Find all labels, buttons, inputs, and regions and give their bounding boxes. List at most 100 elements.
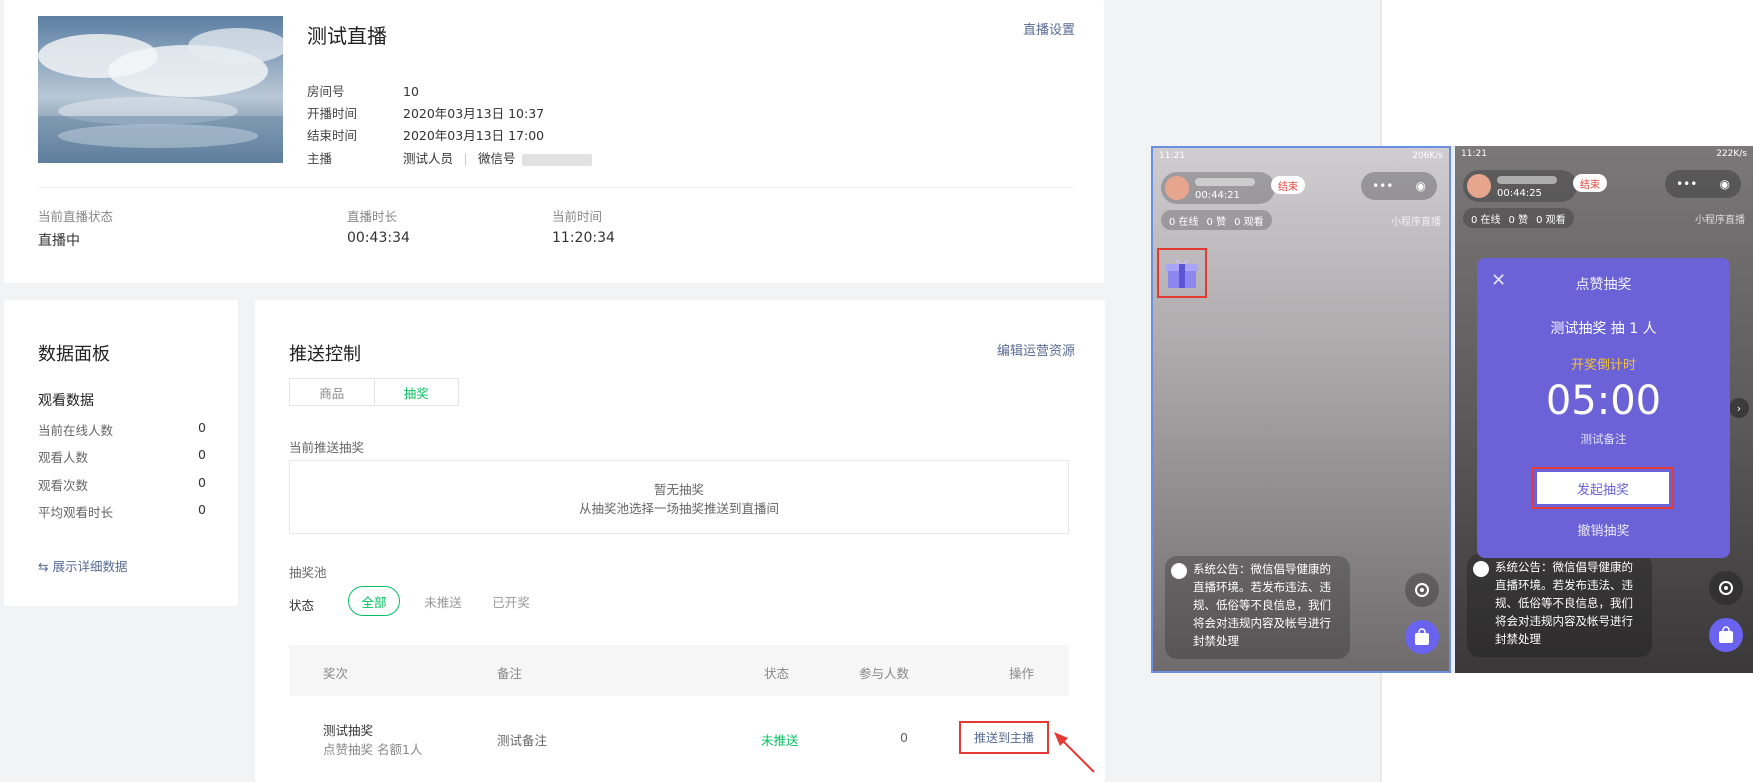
data-panel-title: 数据面板 <box>38 344 110 365</box>
notice-text: 系统公告：微信倡导健康的直播环境。若发布违法、违规、低俗等不良信息，我们将会对违… <box>1495 560 1633 646</box>
view-data-title: 观看数据 <box>38 393 94 409</box>
system-notice: 系统公告：微信倡导健康的直播环境。若发布违法、违规、低俗等不良信息，我们将会对违… <box>1165 556 1350 659</box>
avatar <box>1165 176 1189 200</box>
more-icon[interactable]: ••• <box>1676 177 1697 191</box>
col-participants: 参与人数 <box>859 666 910 681</box>
filter-all-chip[interactable]: 全部 <box>348 586 400 616</box>
live-counts: 0 在线 0 赞 0 观看 <box>1463 208 1574 228</box>
data-row-label: 当前在线人数 <box>38 423 114 438</box>
end-time-value: 2020年03月13日 17:00 <box>403 128 545 143</box>
countdown-label: 开奖倒计时 <box>1570 358 1636 373</box>
room-row: 房间号 10 <box>307 81 419 100</box>
lottery-status: 未推送 <box>761 733 799 748</box>
separator <box>465 153 467 166</box>
room-label: 房间号 <box>307 84 345 99</box>
col-action: 操作 <box>1009 666 1035 681</box>
data-row-value: 0 <box>198 475 206 490</box>
filter-unpushed-chip[interactable]: 未推送 <box>413 586 473 616</box>
push-control-card: 推送控制 编辑运营资源 商品 抽奖 当前推送抽奖 暂无抽奖 从抽奖池选择一场抽奖… <box>255 300 1105 782</box>
current-push-label: 当前推送抽奖 <box>289 440 365 455</box>
notice-icon <box>1171 563 1187 579</box>
like-count: 0 赞 <box>1508 214 1529 226</box>
col-remark: 备注 <box>497 666 523 681</box>
avatar <box>1467 174 1491 198</box>
current-time-label: 当前时间 <box>552 209 603 224</box>
live-duration: 00:44:21 <box>1195 190 1240 201</box>
mini-program-tag: 小程序直播 <box>1391 217 1441 228</box>
status-value: 直播中 <box>38 233 80 249</box>
mini-program-capsule[interactable]: ••• ◉ <box>1665 170 1741 198</box>
empty-title: 暂无抽奖 <box>653 482 704 497</box>
status-bar: 11:21 222K/s <box>1461 149 1747 159</box>
mini-program-tag: 小程序直播 <box>1695 215 1745 226</box>
gift-icon-highlight[interactable] <box>1157 248 1207 298</box>
status-label: 当前直播状态 <box>38 209 114 224</box>
push-to-host-button[interactable]: 推送到主播 <box>959 721 1049 754</box>
notice-icon <box>1473 561 1489 577</box>
close-circle-icon[interactable]: ◉ <box>1719 177 1729 191</box>
more-icon[interactable]: ••• <box>1372 179 1393 193</box>
data-row: 观看次数 0 <box>38 475 206 494</box>
view-count: 0 观看 <box>1536 214 1566 226</box>
live-settings-link[interactable]: 直播设置 <box>1023 19 1075 38</box>
shopping-bag-icon <box>1415 628 1429 645</box>
start-lottery-button[interactable]: 发起抽奖 <box>1537 472 1669 504</box>
mini-program-capsule[interactable]: ••• ◉ <box>1361 172 1437 200</box>
data-row: 当前在线人数 0 <box>38 420 206 439</box>
push-tabs: 商品 抽奖 <box>289 378 459 406</box>
data-row-label: 平均观看时长 <box>38 505 114 520</box>
online-count: 0 在线 <box>1471 214 1501 226</box>
tab-lottery[interactable]: 抽奖 <box>373 379 459 405</box>
gift-icon[interactable] <box>1165 256 1199 290</box>
host-pill: 00:44:25 <box>1463 170 1577 202</box>
lottery-count: 0 <box>900 730 908 745</box>
host-name-blurred <box>1195 178 1255 186</box>
shopping-bag-icon <box>1719 626 1733 643</box>
status-bar: 11:21 206K/s <box>1159 151 1443 161</box>
modal-lottery-name: 测试抽奖 抽 1 人 <box>1550 321 1657 337</box>
end-time-row: 结束时间 2020年03月13日 17:00 <box>307 125 544 144</box>
shopping-bag-button[interactable] <box>1709 618 1743 652</box>
data-row-value: 0 <box>198 447 206 462</box>
live-info-card: 测试直播 直播设置 房间号 10 开播时间 2020年03月13日 10:37 结束… <box>4 0 1104 283</box>
filter-status-label: 状态 <box>289 598 315 613</box>
settings-gear-button[interactable] <box>1709 571 1743 605</box>
screenshot: 测试直播 直播设置 房间号 10 开播时间 2020年03月13日 10:37 结束… <box>0 0 1753 782</box>
start-time-value: 2020年03月13日 10:37 <box>403 106 545 121</box>
status-time: 11:21 <box>1461 149 1487 159</box>
data-row: 平均观看时长 0 <box>38 502 206 521</box>
empty-lottery-box: 暂无抽奖 从抽奖池选择一场抽奖推送到直播间 <box>289 460 1069 534</box>
live-cover-image <box>38 16 283 163</box>
live-counts: 0 在线 0 赞 0 观看 <box>1161 210 1272 230</box>
host-label: 主播 <box>307 151 333 166</box>
show-detail-data-link[interactable]: ⇆ 展示详细数据 <box>38 556 127 575</box>
wechat-value-blurred <box>521 153 592 166</box>
end-tag[interactable]: 结束 <box>1573 174 1607 192</box>
status-time: 11:21 <box>1159 151 1185 161</box>
start-lottery-highlight: 发起抽奖 <box>1532 467 1674 509</box>
modal-title: 点赞抽奖 <box>1575 277 1632 293</box>
divider <box>38 187 1074 188</box>
col-status: 状态 <box>764 666 790 681</box>
data-row-label: 观看人数 <box>38 450 89 465</box>
annotation-arrow <box>1054 732 1095 773</box>
host-name-blurred <box>1497 176 1557 184</box>
lottery-name: 测试抽奖 <box>323 723 374 738</box>
online-count: 0 在线 <box>1169 216 1199 228</box>
empty-desc: 从抽奖池选择一场抽奖推送到直播间 <box>578 501 779 516</box>
phone-preview-2: 11:21 222K/s 00:44:25 结束 ••• ◉ 0 在线 0 赞 0 观看… <box>1455 146 1753 673</box>
lottery-remark: 测试备注 <box>497 733 548 748</box>
filter-drawn-chip[interactable]: 已开奖 <box>481 586 541 616</box>
cancel-lottery-button[interactable]: 撤销抽奖 <box>1477 520 1730 539</box>
settings-gear-button[interactable] <box>1405 573 1439 607</box>
edit-resources-link[interactable]: 编辑运营资源 <box>997 340 1075 359</box>
phone-preview-1: 11:21 206K/s 00:44:21 结束 ••• ◉ 0 在线 0 赞 0 观看… <box>1151 146 1451 673</box>
live-duration: 00:44:25 <box>1497 188 1542 199</box>
shopping-bag-button[interactable] <box>1405 620 1439 654</box>
end-tag[interactable]: 结束 <box>1271 176 1305 194</box>
next-arrow-icon[interactable]: › <box>1729 398 1749 418</box>
table-header: 奖次 备注 状态 参与人数 操作 <box>289 645 1069 696</box>
tab-goods[interactable]: 商品 <box>290 379 374 405</box>
close-circle-icon[interactable]: ◉ <box>1415 179 1425 193</box>
start-time-label: 开播时间 <box>307 106 358 121</box>
